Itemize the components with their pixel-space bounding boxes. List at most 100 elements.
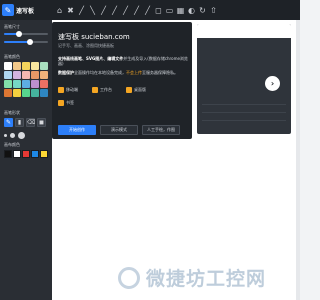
bg-color-row [4,150,48,158]
drawing-canvas[interactable]: 速写板 sucieban.com 记手写、画画、涂图用快捷画板 支持画线画笔、S… [52,20,296,300]
fill-tool-icon[interactable]: ◐ [186,5,197,16]
color-swatch[interactable] [22,62,30,70]
color-swatch[interactable] [13,62,21,70]
brush-size-title: 画笔尺寸 [4,24,20,29]
bg-color-swatch[interactable] [40,150,48,158]
color-palette [4,62,48,97]
bg-color-swatch[interactable] [22,150,30,158]
opacity-slider[interactable] [4,39,48,45]
app-logo-icon: ✎ [2,4,14,16]
export-tool-icon[interactable]: ⇧ [208,5,219,16]
preview-panel: › [197,24,291,134]
marker-tool-icon[interactable]: ╱ [109,5,120,16]
color-swatch[interactable] [22,89,30,97]
feature-text: 支持画线画笔、SVG图片、编辑文件并生成及导入(数据存储chrome浏览器) [58,56,190,66]
platform-mobile[interactable]: 移动端 [58,87,78,93]
preview-header [197,24,291,38]
highlighter-tool-icon[interactable]: ╱ [131,5,142,16]
platform-list: 移动端 工作台 桌面版 [58,87,146,93]
slider-knob[interactable] [16,31,23,37]
mobile-icon [58,87,64,93]
home-tool-icon[interactable]: ⌂ [54,5,65,16]
color-swatch[interactable] [22,80,30,88]
frame-tool-icon[interactable]: ▭ [164,5,175,16]
start-button[interactable]: 开始创作 [58,125,96,135]
pencil-tool-icon[interactable]: ╱ [98,5,109,16]
brush-shape-title: 画笔形状 [4,110,20,115]
brush-medium-icon[interactable] [10,133,15,138]
brush-size-slider[interactable] [4,31,48,37]
grid-tool-icon[interactable]: ▦ [175,5,186,16]
platform-desktop[interactable]: 桌面版 [126,87,146,93]
pen-shape-button[interactable]: ✎ [4,118,13,127]
popup-buttons: 开始创作 演示模式 人工手绘，作图 [58,125,180,135]
feature-bold: 支持画线画笔、SVG图片、编辑文件 [58,56,124,61]
watermark-text: 微捷坊工控网 [146,268,267,290]
brush-size-presets [4,132,25,139]
desktop-icon [126,87,132,93]
redo-tool-icon[interactable]: ↻ [197,5,208,16]
privacy-end: 至服务器保障隐私。 [142,70,178,75]
platform-label: 工作台 [100,87,112,92]
preview-line [202,120,286,121]
privacy-text: 数据保护全面操作均在本地设备完成，不会上传至服务器保障隐私。 [58,70,190,75]
platform-label: 桌面版 [134,87,146,92]
preview-line [202,112,286,113]
bg-color-swatch[interactable] [4,150,12,158]
bg-color-swatch[interactable] [13,150,21,158]
color-swatch[interactable] [40,71,48,79]
color-swatch[interactable] [31,89,39,97]
popup-title: 速写板 sucieban.com [58,33,130,41]
color-swatch[interactable] [13,89,21,97]
platform-label: 移动端 [66,87,78,92]
privacy-highlight: 不会上传 [126,70,142,75]
platform-list-2: 书签 [58,100,74,106]
color-swatch[interactable] [31,80,39,88]
scrollbar[interactable] [296,20,300,300]
color-swatch[interactable] [4,89,12,97]
brush-tool-icon[interactable]: ╱ [120,5,131,16]
eraser-tool-icon[interactable]: ╱ [142,5,153,16]
sidebar: 画笔尺寸 画笔颜色 画笔形状 ✎ ▮ ⌫ ◼ 画布颜色 [0,20,52,300]
platform-workbench[interactable]: 工作台 [92,87,112,93]
color-swatch[interactable] [31,62,39,70]
next-slide-button[interactable]: › [265,76,280,91]
platform-bookmark[interactable]: 书签 [58,100,74,106]
block-shape-button[interactable]: ▮ [15,118,24,127]
brush-large-icon[interactable] [18,132,25,139]
bg-color-swatch[interactable] [31,150,39,158]
brand[interactable]: ✎ 速写板 [2,3,34,17]
color-swatch[interactable] [40,80,48,88]
color-swatch[interactable] [13,71,21,79]
clear-tool-icon[interactable]: ✖ [65,5,76,16]
manual-button[interactable]: 人工手绘，作图 [142,125,180,135]
color-title: 画笔颜色 [4,54,20,59]
brush-small-icon[interactable] [4,134,7,137]
bookmark-icon [58,100,64,106]
preview-line [202,104,286,105]
color-swatch[interactable] [31,71,39,79]
popup-subtitle: 记手写、画画、涂图用快捷画板 [58,43,114,48]
color-swatch[interactable] [4,62,12,70]
watermark: 微捷坊工控网 [118,264,266,291]
color-swatch[interactable] [4,80,12,88]
privacy-rest: 全面操作均在本地设备完成， [74,70,126,75]
square-shape-button[interactable]: ◼ [37,118,46,127]
app-title: 速写板 [16,7,35,15]
toolbar: ⌂ ✖ ╱ ╲ ╱ ╱ ╱ ╱ ╱ ◻ ▭ ▦ ◐ ↻ ⇧ [54,4,219,16]
rect-tool-icon[interactable]: ◻ [153,5,164,16]
bg-color-title: 画布颜色 [4,142,20,147]
color-swatch[interactable] [13,80,21,88]
color-swatch[interactable] [4,71,12,79]
erase-shape-button[interactable]: ⌫ [26,118,35,127]
demo-button[interactable]: 演示模式 [100,125,138,135]
pen-tool-icon[interactable]: ╱ [76,5,87,16]
slider-knob[interactable] [27,39,34,45]
platform-label: 书签 [66,100,74,105]
line-tool-icon[interactable]: ╲ [87,5,98,16]
color-swatch[interactable] [40,89,48,97]
color-swatch[interactable] [22,71,30,79]
intro-popup: 速写板 sucieban.com 记手写、画画、涂图用快捷画板 支持画线画笔、S… [52,22,192,139]
top-bar: ✎ 速写板 ⌂ ✖ ╱ ╲ ╱ ╱ ╱ ╱ ╱ ◻ ▭ ▦ ◐ ↻ ⇧ [0,0,300,20]
color-swatch[interactable] [40,62,48,70]
